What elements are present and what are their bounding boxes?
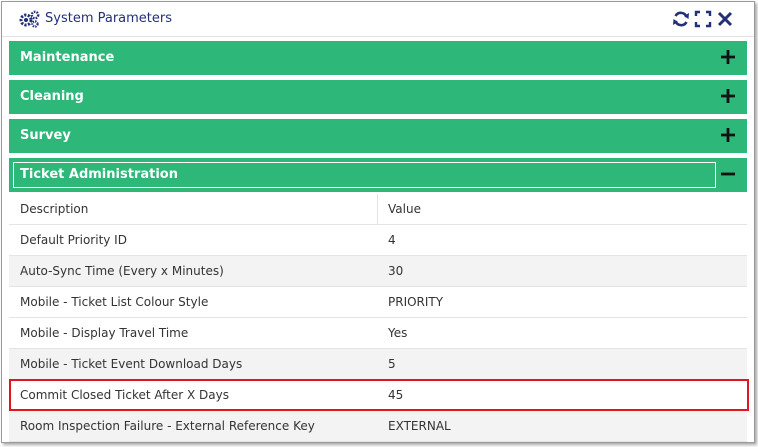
plus-icon[interactable] — [720, 88, 736, 104]
table-row[interactable]: Room Inspection Failure - External Refer… — [9, 411, 747, 442]
gears-icon — [19, 10, 40, 28]
section-ticket-administration[interactable]: Ticket Administration — [9, 158, 747, 192]
section-label: Survey — [20, 128, 71, 143]
row-value: PRIORITY — [388, 295, 444, 309]
system-parameters-window: System Parameters Maintenance Cleaning S… — [1, 1, 755, 443]
close-icon[interactable] — [716, 10, 734, 28]
minus-icon[interactable] — [720, 166, 736, 182]
row-description: Mobile - Ticket Event Download Days — [20, 357, 243, 371]
column-header-value: Value — [388, 202, 421, 216]
row-description: Auto-Sync Time (Every x Minutes) — [20, 264, 224, 278]
row-value: Yes — [388, 326, 408, 340]
row-description: Mobile - Display Travel Time — [20, 326, 189, 340]
section-maintenance[interactable]: Maintenance — [9, 41, 747, 75]
table-row[interactable]: Commit Closed Ticket After X Days 45 — [9, 380, 747, 411]
plus-icon[interactable] — [720, 49, 736, 65]
table-row[interactable]: Auto-Sync Time (Every x Minutes) 30 — [9, 256, 747, 287]
plus-icon[interactable] — [720, 127, 736, 143]
row-description: Mobile - Ticket List Colour Style — [20, 295, 209, 309]
row-value: 4 — [388, 233, 396, 247]
section-survey[interactable]: Survey — [9, 119, 747, 153]
section-cleaning[interactable]: Cleaning — [9, 80, 747, 114]
row-value: 30 — [388, 264, 404, 278]
row-description: Room Inspection Failure - External Refer… — [20, 419, 315, 433]
refresh-icon[interactable] — [672, 10, 690, 28]
window-titlebar: System Parameters — [2, 2, 754, 37]
table-header: Description Value — [9, 194, 747, 225]
row-value: EXTERNAL — [388, 419, 451, 433]
section-label: Ticket Administration — [20, 167, 178, 182]
column-divider — [377, 194, 378, 225]
row-description: Default Priority ID — [20, 233, 127, 247]
table-row[interactable]: Mobile - Ticket List Colour Style PRIORI… — [9, 287, 747, 318]
table-row[interactable]: Mobile - Display Travel Time Yes — [9, 318, 747, 349]
column-header-description: Description — [20, 202, 89, 216]
fullscreen-icon[interactable] — [694, 10, 712, 28]
section-label: Cleaning — [20, 89, 84, 104]
row-value: 45 — [388, 388, 404, 402]
window-title: System Parameters — [45, 11, 173, 26]
row-description: Commit Closed Ticket After X Days — [20, 388, 230, 402]
table-row[interactable]: Default Priority ID 4 — [9, 225, 747, 256]
table-row[interactable]: Mobile - Ticket Event Download Days 5 — [9, 349, 747, 380]
section-label: Maintenance — [20, 50, 115, 65]
row-value: 5 — [388, 357, 396, 371]
